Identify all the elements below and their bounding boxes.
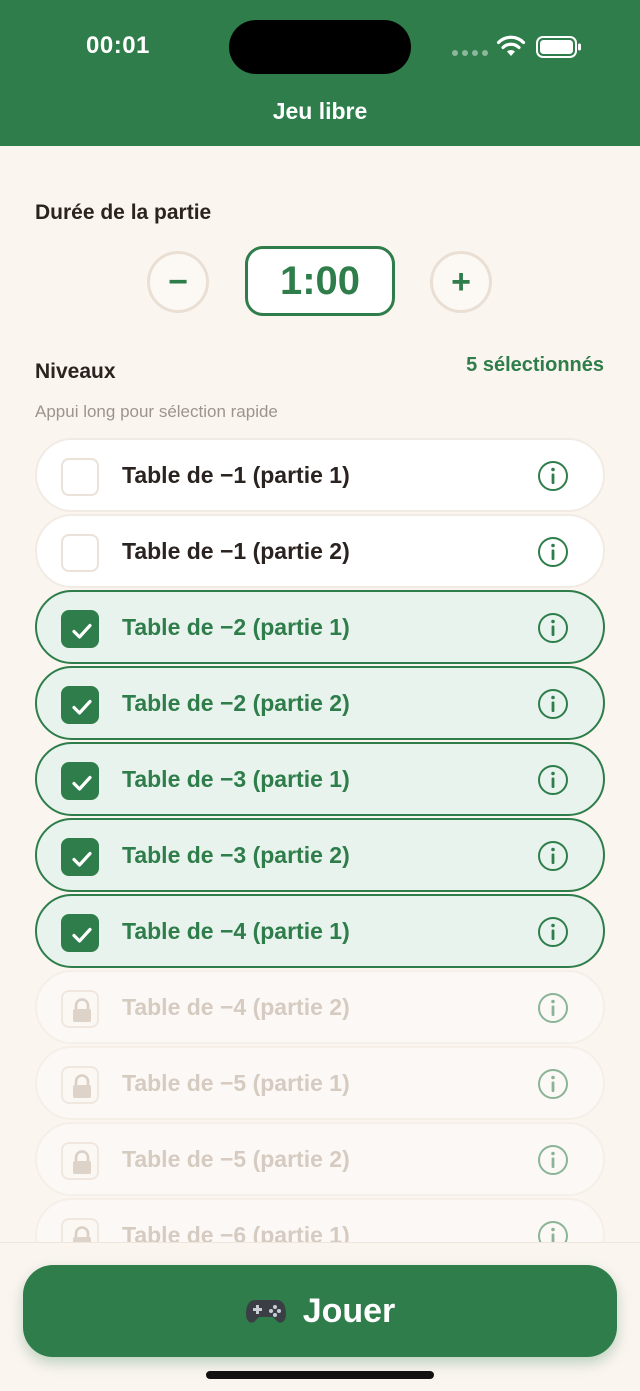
info-icon[interactable] [537, 916, 569, 948]
page-title: Jeu libre [272, 98, 368, 124]
home-indicator [206, 1371, 434, 1379]
info-icon[interactable] [537, 460, 569, 492]
gamepad-icon [245, 1300, 286, 1323]
level-row[interactable]: Table de −4 (partie 1) [35, 894, 605, 968]
level-label: Table de −3 (partie 1) [122, 766, 350, 792]
play-button-label: Jouer [302, 1291, 396, 1330]
checkbox-checked[interactable] [61, 610, 99, 648]
info-icon[interactable] [537, 1220, 569, 1242]
lock-icon [61, 1142, 99, 1180]
battery-icon [536, 36, 581, 58]
level-label: Table de −5 (partie 1) [122, 1070, 350, 1096]
level-row: Table de −5 (partie 2) [35, 1122, 605, 1196]
level-label: Table de −2 (partie 2) [122, 690, 350, 716]
checkbox-checked[interactable] [61, 914, 99, 952]
increment-button[interactable]: + [430, 251, 492, 313]
level-row[interactable]: Table de −3 (partie 1) [35, 742, 605, 816]
long-press-hint: Appui long pour sélection rapide [35, 402, 278, 421]
level-label: Table de −5 (partie 2) [122, 1146, 350, 1172]
level-label: Table de −1 (partie 1) [122, 462, 350, 488]
decrement-button[interactable]: − [147, 251, 209, 313]
lock-icon [61, 1066, 99, 1104]
info-icon[interactable] [537, 688, 569, 720]
level-row[interactable]: Table de −1 (partie 1) [35, 438, 605, 512]
info-icon[interactable] [537, 1068, 569, 1100]
cellular-signal-icon [452, 50, 488, 56]
level-row: Table de −4 (partie 2) [35, 970, 605, 1044]
level-label: Table de −1 (partie 2) [122, 538, 350, 564]
info-icon[interactable] [537, 840, 569, 872]
info-icon[interactable] [537, 536, 569, 568]
level-row: Table de −6 (partie 1) [35, 1198, 605, 1242]
lock-icon [61, 1218, 99, 1242]
checkbox-checked[interactable] [61, 686, 99, 724]
level-row[interactable]: Table de −3 (partie 2) [35, 818, 605, 892]
wifi-icon [496, 35, 526, 56]
level-label: Table de −3 (partie 2) [122, 842, 350, 868]
info-icon[interactable] [537, 764, 569, 796]
levels-list[interactable]: Table de −1 (partie 1) Table de −1 (parti… [0, 436, 640, 1242]
duration-title: Durée de la partie [35, 201, 212, 224]
play-button[interactable]: Jouer [23, 1265, 617, 1357]
checkbox-unchecked[interactable] [61, 458, 99, 496]
checkmark-icon [72, 851, 92, 867]
status-time: 00:01 [86, 32, 150, 59]
level-label: Table de −6 (partie 1) [122, 1222, 350, 1242]
checkmark-icon [72, 775, 92, 791]
info-icon[interactable] [537, 992, 569, 1024]
info-icon[interactable] [537, 612, 569, 644]
checkbox-unchecked[interactable] [61, 534, 99, 572]
selected-count: 5 sélectionnés [466, 354, 604, 376]
checkmark-icon [72, 623, 92, 639]
level-row[interactable]: Table de −2 (partie 2) [35, 666, 605, 740]
lock-icon [61, 990, 99, 1028]
level-label: Table de −2 (partie 1) [122, 614, 350, 640]
checkbox-checked[interactable] [61, 838, 99, 876]
levels-title: Niveaux [35, 360, 116, 383]
dynamic-island [229, 20, 411, 74]
level-row: Table de −5 (partie 1) [35, 1046, 605, 1120]
checkbox-checked[interactable] [61, 762, 99, 800]
app-header: 00:01 Jeu libre [0, 0, 640, 146]
level-label: Table de −4 (partie 1) [122, 918, 350, 944]
duration-value: 1:00 [245, 246, 395, 316]
level-row[interactable]: Table de −2 (partie 1) [35, 590, 605, 664]
level-row[interactable]: Table de −1 (partie 2) [35, 514, 605, 588]
checkmark-icon [72, 927, 92, 943]
info-icon[interactable] [537, 1144, 569, 1176]
level-label: Table de −4 (partie 2) [122, 994, 350, 1020]
checkmark-icon [72, 699, 92, 715]
